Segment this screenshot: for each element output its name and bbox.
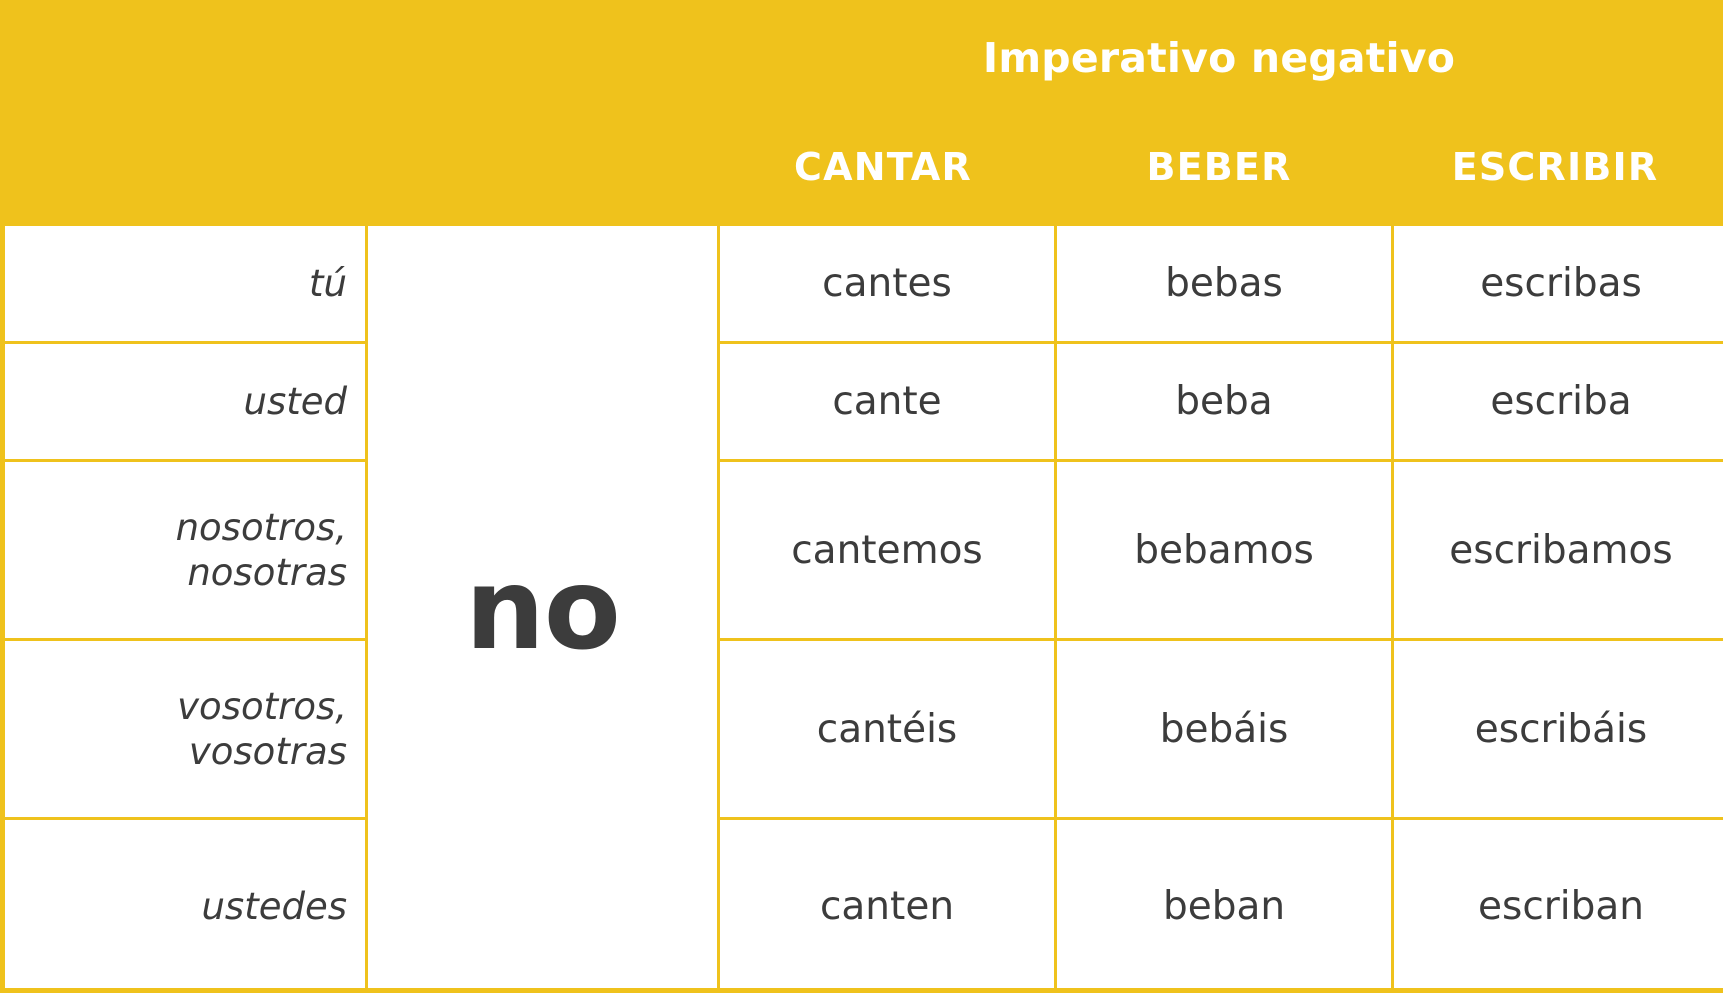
column-header-beber: BEBER: [1146, 145, 1292, 189]
page-title: Imperativo negativo: [982, 34, 1456, 82]
conjugation-cell-cantar: cantes: [720, 226, 1057, 341]
verb-header-row: CANTAR BEBER ESCRIBIR: [715, 143, 1723, 203]
conjugation-cell-cantar: cantéis: [720, 641, 1057, 817]
conjugation-cell-cantar: cantemos: [720, 462, 1057, 638]
pronoun-label: vosotros,: [177, 684, 347, 728]
conjugation-cell-cantar: canten: [720, 820, 1057, 993]
table-row: cantes bebas escribas: [720, 226, 1723, 344]
pronoun-label-alt: nosotras: [187, 551, 347, 594]
conjugation-cell-escribir: escribamos: [1449, 527, 1673, 573]
pronoun-cell-vosotros: vosotros, vosotras: [5, 641, 365, 820]
conjugation-cell-cantar: cante: [720, 344, 1057, 459]
pronoun-label: usted: [243, 379, 347, 423]
conjugation-grid: cantes bebas escribas cante beba escriba…: [720, 226, 1723, 993]
pronoun-label: nosotros,: [175, 505, 347, 549]
pronoun-label-alt: vosotras: [188, 730, 347, 773]
column-header-escribir: ESCRIBIR: [1451, 145, 1659, 189]
table-header-band: Imperativo negativo CANTAR BEBER ESCRIBI…: [0, 0, 1723, 226]
table-body: tú usted nosotros, nosotras vosotros, vo…: [0, 226, 1723, 993]
pronoun-cell-ustedes: ustedes: [5, 820, 365, 993]
conjugation-cell-beber: beban: [1057, 820, 1394, 993]
pronoun-cell-usted: usted: [5, 344, 365, 462]
conjugation-cell-beber: bebamos: [1057, 462, 1394, 638]
conjugation-cell-beber: bebas: [1057, 226, 1394, 341]
conjugation-cell-beber: bebáis: [1057, 641, 1394, 817]
pronoun-label: tú: [309, 261, 347, 305]
table-row: canten beban escriban: [720, 820, 1723, 993]
negation-word: no: [465, 544, 621, 675]
pronoun-cell-tu: tú: [5, 226, 365, 344]
pronoun-cell-nosotros: nosotros, nosotras: [5, 462, 365, 641]
conjugation-cell-escribir: escribáis: [1474, 706, 1648, 752]
conjugation-cell-escribir: escriban: [1478, 884, 1644, 929]
negation-column: no: [368, 226, 720, 993]
table-row: cantéis bebáis escribáis: [720, 641, 1723, 820]
table-row: cantemos bebamos escribamos: [720, 462, 1723, 641]
conjugation-cell-escribir: escriba: [1490, 379, 1632, 424]
pronoun-column: tú usted nosotros, nosotras vosotros, vo…: [5, 226, 368, 993]
conjugation-cell-escribir: escribas: [1480, 261, 1642, 306]
table-row: cante beba escriba: [720, 344, 1723, 462]
pronoun-label: ustedes: [201, 884, 347, 928]
conjugation-cell-beber: beba: [1057, 344, 1394, 459]
column-header-cantar: CANTAR: [794, 145, 972, 189]
conjugation-table: Imperativo negativo CANTAR BEBER ESCRIBI…: [0, 0, 1723, 993]
